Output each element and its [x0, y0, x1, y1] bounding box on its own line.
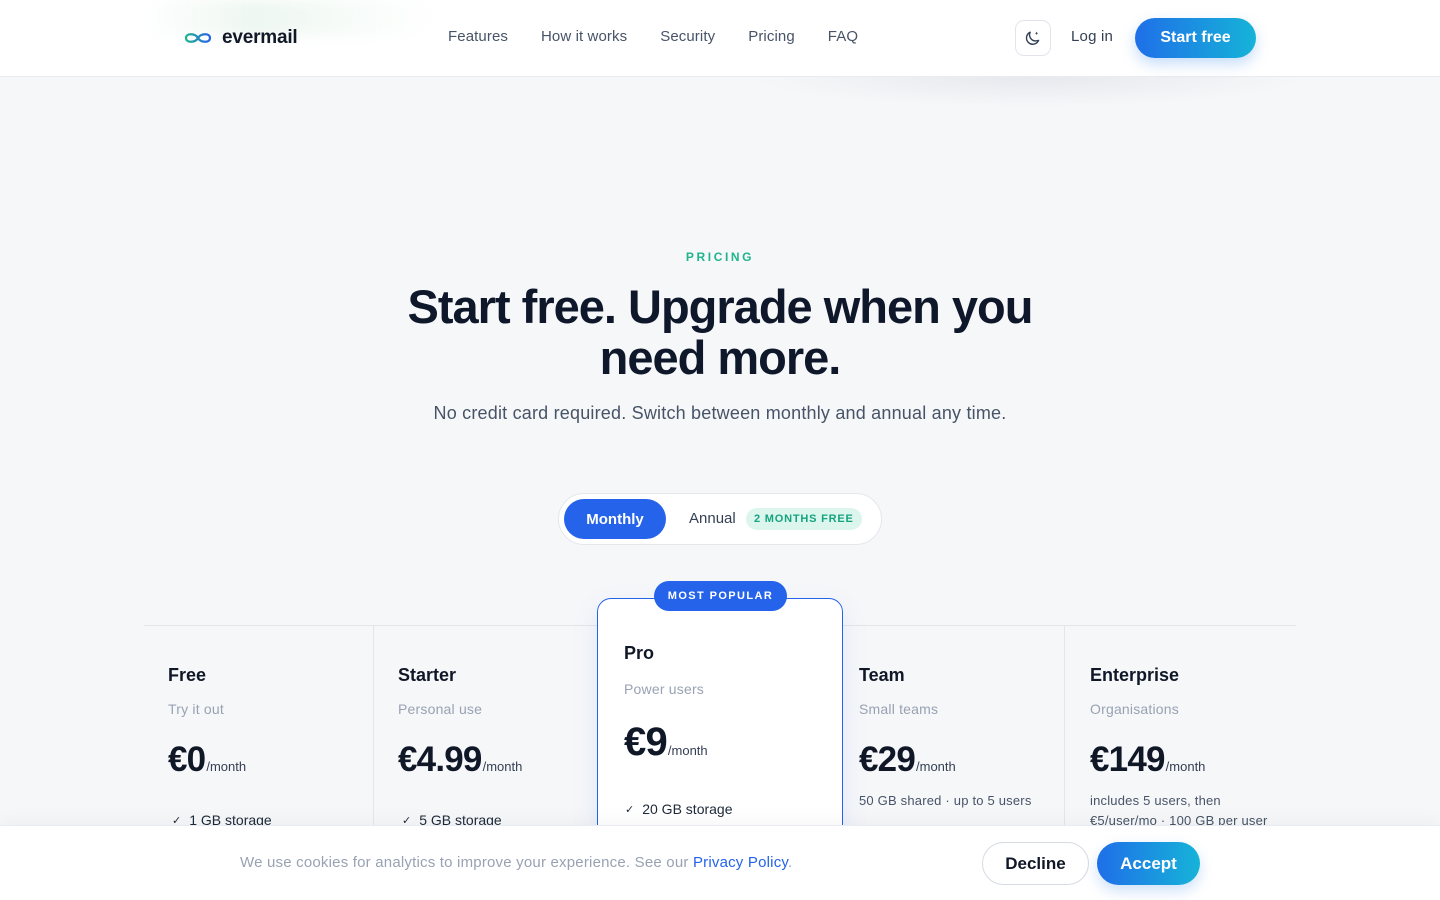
plan-note: 50 GB shared · up to 5 users	[859, 793, 1032, 808]
price-period: /month	[667, 743, 708, 758]
plan-subtitle: Power users	[624, 681, 705, 697]
plan-name: Starter	[398, 665, 457, 685]
price-value: €0	[168, 740, 206, 779]
plan-name: Free	[168, 665, 207, 685]
nav-link-features[interactable]: Features	[448, 28, 508, 45]
billing-period-toggle: Monthly Annual 2 MONTHS FREE	[558, 493, 882, 545]
page-headline: Start free. Upgrade when you need more.	[370, 281, 1070, 383]
check-icon: ✓	[625, 803, 635, 816]
price-value: €29	[859, 740, 916, 779]
plan-divider	[1064, 626, 1065, 826]
plan-subtitle: Organisations	[1090, 701, 1179, 717]
plan-name: Enterprise	[1090, 665, 1180, 685]
nav-link-pricing[interactable]: Pricing	[748, 28, 795, 45]
annual-discount-badge: 2 MONTHS FREE	[746, 508, 862, 530]
cookie-consent-banner: We use cookies for analytics to improve …	[0, 825, 1440, 900]
cookie-message-suffix: .	[787, 854, 793, 871]
plan-price: €29 /month	[859, 740, 956, 780]
decline-cookies-button[interactable]: Decline	[982, 842, 1089, 885]
main-nav: Features How it works Security Pricing F…	[448, 28, 858, 45]
theme-toggle-button[interactable]	[1015, 20, 1051, 56]
cookie-message-text: We use cookies for analytics to improve …	[240, 854, 693, 871]
price-period: /month	[206, 759, 247, 774]
billing-monthly-option[interactable]: Monthly	[564, 499, 666, 539]
feature-label: 20 GB storage	[642, 801, 733, 817]
brand-logo[interactable]: evermail	[183, 26, 298, 50]
headline-line-1: Start free. Upgrade when you	[407, 280, 1034, 333]
plan-subtitle: Small teams	[859, 701, 939, 717]
plan-feature: ✓ 20 GB storage	[625, 801, 733, 817]
section-eyebrow: PRICING	[685, 250, 755, 264]
price-value: €9	[624, 720, 668, 764]
plan-note-line-1: includes 5 users, then	[1090, 793, 1221, 808]
headline-line-2: need more.	[599, 331, 842, 384]
price-value: €4.99	[398, 740, 482, 779]
plan-subtitle: Personal use	[398, 701, 483, 717]
price-period: /month	[1165, 759, 1206, 774]
header-shadow-decoration	[750, 77, 1310, 107]
brand-name: evermail	[222, 27, 298, 48]
plan-price: €9 /month	[624, 720, 708, 765]
accept-cookies-button[interactable]: Accept	[1097, 842, 1200, 885]
plan-price: €4.99 /month	[398, 740, 522, 780]
login-link[interactable]: Log in	[1071, 28, 1113, 45]
plan-divider	[373, 626, 374, 826]
page-subline: No credit card required. Switch between …	[433, 403, 1007, 423]
price-value: €149	[1090, 740, 1165, 779]
nav-link-faq[interactable]: FAQ	[828, 28, 858, 45]
plan-name: Pro	[624, 643, 655, 663]
most-popular-badge: MOST POPULAR	[654, 581, 787, 611]
plan-price: €0 /month	[168, 740, 246, 780]
cookie-message: We use cookies for analytics to improve …	[240, 854, 792, 871]
privacy-policy-link[interactable]: Privacy Policy	[693, 854, 788, 871]
plan-subtitle: Try it out	[168, 701, 224, 717]
nav-link-how-it-works[interactable]: How it works	[541, 28, 627, 45]
price-period: /month	[916, 759, 956, 774]
moon-icon	[1025, 31, 1040, 45]
price-period: /month	[482, 759, 523, 774]
billing-annual-option[interactable]: Annual	[689, 510, 736, 527]
start-free-button[interactable]: Start free	[1135, 18, 1256, 58]
nav-link-security[interactable]: Security	[660, 28, 715, 45]
plan-price: €149 /month	[1090, 740, 1205, 780]
site-header: evermail Features How it works Security …	[0, 0, 1440, 77]
infinity-logo-icon	[184, 33, 212, 43]
plan-name: Team	[859, 665, 905, 685]
